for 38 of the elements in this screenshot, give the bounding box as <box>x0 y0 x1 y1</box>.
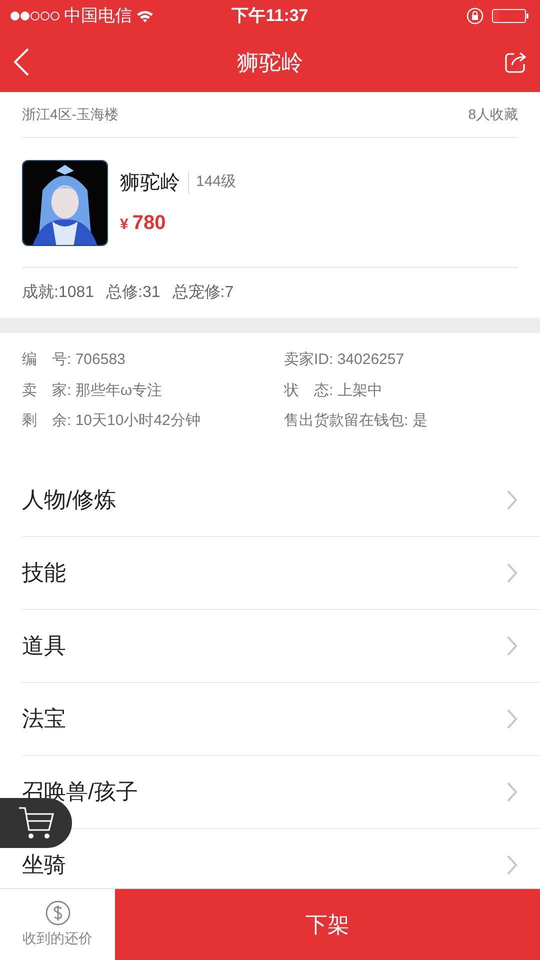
battery-icon <box>492 8 530 24</box>
chevron-icon <box>506 708 518 728</box>
menu-item[interactable]: 人物/修炼 <box>22 464 540 536</box>
share-icon <box>504 50 528 74</box>
character-level: 144级 <box>188 171 236 194</box>
menu-item[interactable]: 技能 <box>22 536 540 610</box>
chevron-icon <box>506 562 518 582</box>
delist-button[interactable]: 下架 <box>115 889 540 960</box>
server-name: 浙江4区-玉海楼 <box>22 105 118 124</box>
clock: 下午11:37 <box>230 5 310 28</box>
info-text: 卖家ID: 34026257 <box>283 350 406 370</box>
cart-icon <box>17 806 55 840</box>
page-title: 狮驼岭 <box>236 48 304 76</box>
info-text: 编 号: 706583 <box>22 350 126 370</box>
signal-icon <box>10 11 60 21</box>
stat-text: 总修:31 <box>106 283 160 303</box>
favorites-count: 8人收藏 <box>468 105 518 124</box>
chevron-icon <box>506 490 518 510</box>
stat-text: 总宠修:7 <box>172 282 234 303</box>
character-name: 狮驼岭 <box>120 170 180 196</box>
info-text: 卖 家: 那些年ω专注 <box>22 380 164 400</box>
offers-button[interactable]: 收到的还价 <box>0 889 115 960</box>
chevron-icon <box>506 636 518 656</box>
chevron-icon <box>506 854 518 874</box>
rotation-lock-icon <box>466 7 484 25</box>
price: 780 <box>132 210 166 236</box>
info-text: 状 态: 上架中 <box>282 380 384 400</box>
menu-item[interactable]: 道具 <box>22 610 540 682</box>
stat-text: 成就:1081 <box>22 282 94 303</box>
currency-sign: ¥ <box>120 214 128 234</box>
wifi-icon <box>136 10 154 22</box>
menu-item[interactable]: 法宝 <box>22 682 540 756</box>
carrier-name: 中国电信 <box>64 5 132 28</box>
chevron-icon <box>506 782 518 802</box>
info-text: 剩 余: 10天10小时42分钟 <box>22 411 202 431</box>
back-icon <box>12 48 30 76</box>
info-text: 售出货款留在钱包: 是 <box>283 411 428 431</box>
dollar-icon <box>44 900 70 926</box>
